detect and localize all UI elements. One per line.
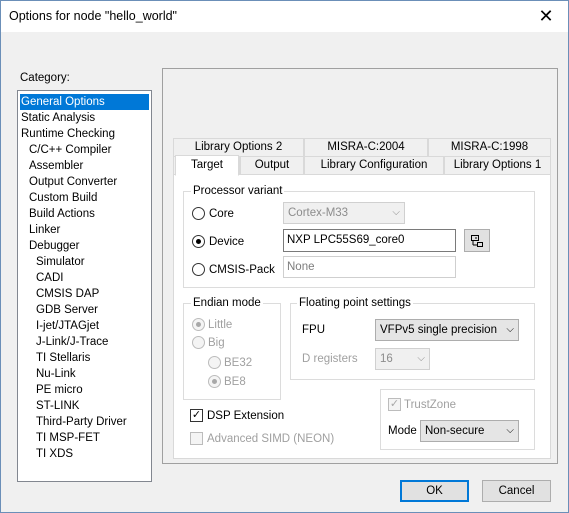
chevron-down-icon: ⌵ — [392, 207, 400, 218]
d-registers-select[interactable]: 16 ⌵ — [375, 348, 430, 370]
device-label: Device — [209, 236, 245, 248]
fpu-label: FPU — [302, 324, 325, 336]
endian-mode-title: Endian mode — [191, 296, 263, 310]
category-item[interactable]: Linker — [20, 222, 62, 238]
chevron-down-icon: ⌵ — [506, 324, 514, 335]
category-item[interactable]: Custom Build — [20, 190, 99, 206]
little-radio[interactable] — [192, 318, 205, 331]
category-item[interactable]: GDB Server — [20, 302, 100, 318]
be8-label: BE8 — [224, 376, 246, 388]
category-item[interactable]: TI Stellaris — [20, 350, 92, 366]
category-label: Category: — [20, 72, 70, 84]
core-radio[interactable] — [192, 207, 205, 220]
little-label: Little — [208, 319, 233, 331]
category-item[interactable]: ST-LINK — [20, 398, 81, 414]
be8-radio[interactable] — [208, 375, 221, 388]
chevron-down-icon: ⌵ — [506, 425, 514, 436]
category-list[interactable]: General Options Static Analysis Runtime Ch… — [17, 90, 152, 482]
ok-button[interactable]: OK — [400, 480, 469, 502]
d-registers-value: 16 — [380, 353, 393, 365]
category-item[interactable]: General Options — [20, 94, 149, 110]
category-item[interactable]: Runtime Checking — [20, 126, 117, 142]
advanced-simd-label: Advanced SIMD (NEON) — [207, 433, 335, 445]
processor-variant-title: Processor variant — [191, 184, 285, 198]
fpu-value: VFPv5 single precision — [380, 324, 497, 336]
big-label: Big — [208, 337, 225, 349]
d-registers-label: D registers — [302, 353, 358, 365]
be32-radio[interactable] — [208, 356, 221, 369]
category-item[interactable]: CMSIS DAP — [20, 286, 101, 302]
big-radio[interactable] — [192, 336, 205, 349]
trustzone-label: TrustZone — [404, 399, 456, 411]
category-item[interactable]: TI XDS — [20, 446, 75, 462]
dsp-extension-label: DSP Extension — [207, 410, 285, 422]
cmsis-pack-label: CMSIS-Pack — [209, 264, 275, 276]
tab-target[interactable]: Target — [175, 155, 239, 176]
category-item[interactable]: Simulator — [20, 254, 87, 270]
mode-select[interactable]: Non-secure ⌵ — [420, 420, 519, 442]
tab-library-options-1[interactable]: Library Options 1 — [444, 156, 551, 174]
tab-misra-c-1998[interactable]: MISRA-C:1998 — [428, 138, 551, 156]
category-item[interactable]: I-jet/JTAGjet — [20, 318, 101, 334]
mode-label: Mode — [388, 425, 417, 437]
window-title: Options for node "hello_world" — [9, 9, 177, 23]
title-bar: Options for node "hello_world" ✕ — [1, 1, 568, 32]
category-item[interactable]: Debugger — [20, 238, 82, 254]
category-item[interactable]: TI MSP-FET — [20, 430, 102, 446]
chevron-down-icon: ⌵ — [417, 353, 425, 364]
category-item[interactable]: Third-Party Driver — [20, 414, 129, 430]
cmsis-pack-input[interactable]: None — [283, 256, 456, 278]
fpu-select[interactable]: VFPv5 single precision ⌵ — [375, 319, 519, 341]
category-item[interactable]: J-Link/J-Trace — [20, 334, 110, 350]
category-item[interactable]: C/C++ Compiler — [20, 142, 113, 158]
options-dialog: Options for node "hello_world" ✕ Categor… — [0, 0, 569, 513]
category-item[interactable]: CADI — [20, 270, 65, 286]
tab-output[interactable]: Output — [240, 156, 304, 174]
trustzone-checkbox[interactable]: ✓ — [388, 398, 401, 411]
advanced-simd-checkbox[interactable] — [190, 432, 203, 445]
tab-library-options-2[interactable]: Library Options 2 — [173, 138, 304, 156]
tab-misra-c-2004[interactable]: MISRA-C:2004 — [304, 138, 428, 156]
cancel-button[interactable]: Cancel — [482, 480, 551, 502]
close-icon[interactable]: ✕ — [532, 3, 560, 29]
category-item[interactable]: Static Analysis — [20, 110, 97, 126]
floating-point-title: Floating point settings — [297, 296, 413, 310]
browse-tree-icon — [471, 235, 483, 247]
device-input[interactable]: NXP LPC55S69_core0 — [283, 229, 456, 252]
category-item[interactable]: Output Converter — [20, 174, 119, 190]
category-item[interactable]: Build Actions — [20, 206, 97, 222]
core-select[interactable]: Cortex-M33 ⌵ — [283, 202, 405, 224]
dsp-extension-checkbox[interactable]: ✓ — [190, 409, 203, 422]
category-item[interactable]: Assembler — [20, 158, 85, 174]
device-radio[interactable] — [192, 235, 205, 248]
mode-value: Non-secure — [425, 425, 485, 437]
core-label: Core — [209, 208, 234, 220]
cmsis-pack-radio[interactable] — [192, 263, 205, 276]
category-item[interactable]: PE micro — [20, 382, 85, 398]
core-value: Cortex-M33 — [288, 207, 349, 219]
device-browse-button[interactable] — [464, 229, 490, 252]
be32-label: BE32 — [224, 357, 253, 369]
tab-library-configuration[interactable]: Library Configuration — [304, 156, 444, 174]
category-item[interactable]: Nu-Link — [20, 366, 78, 382]
